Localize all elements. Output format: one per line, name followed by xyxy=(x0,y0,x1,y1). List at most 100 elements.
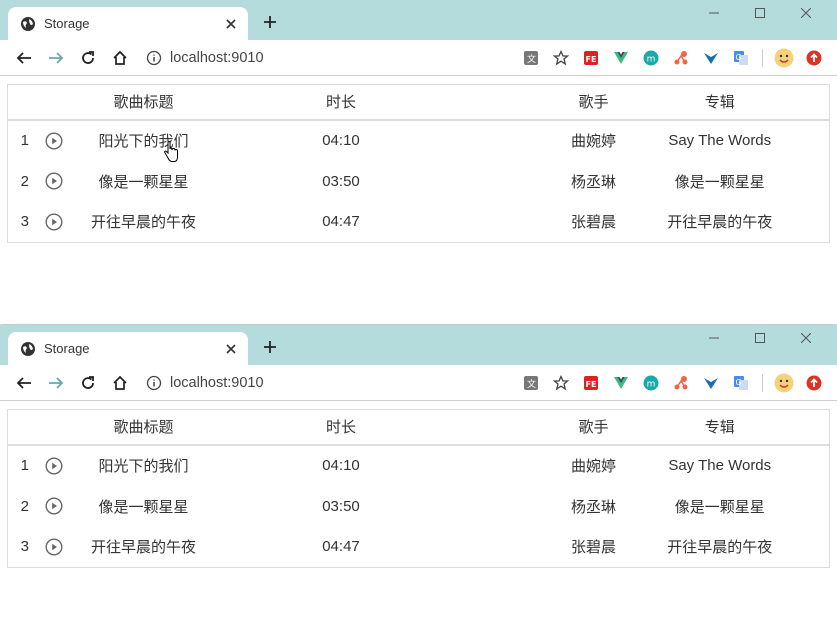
profile-avatar-icon[interactable] xyxy=(769,44,799,72)
song-duration: 04:10 xyxy=(322,457,360,474)
network-extension-icon[interactable] xyxy=(666,44,696,72)
maximize-icon[interactable] xyxy=(737,325,783,351)
vue-devtools-icon[interactable] xyxy=(606,369,636,397)
play-icon[interactable] xyxy=(44,538,63,556)
reload-icon[interactable] xyxy=(72,44,104,72)
address-bar[interactable]: localhost:9010 xyxy=(146,44,264,72)
play-icon[interactable] xyxy=(44,172,63,190)
globe-icon xyxy=(20,16,36,32)
m-extension-icon[interactable]: m xyxy=(636,44,666,72)
network-extension-icon[interactable] xyxy=(666,369,696,397)
maximize-icon[interactable] xyxy=(737,0,783,26)
tab-strip: Storage xyxy=(0,325,837,365)
profile-avatar-icon[interactable] xyxy=(769,369,799,397)
new-tab-icon[interactable] xyxy=(260,12,280,32)
row-number: 2 xyxy=(20,497,29,515)
table-row[interactable]: 1 阳光下的我们 04:10 曲婉婷 Say The Words xyxy=(8,120,830,161)
song-title[interactable]: 像是一颗星星 xyxy=(70,486,218,527)
forward-arrow-icon[interactable] xyxy=(40,369,72,397)
extension-bar: 文 FE m G xyxy=(516,369,829,397)
svg-text:G: G xyxy=(736,378,742,387)
tab-title: Storage xyxy=(44,341,90,356)
browser-tab[interactable]: Storage xyxy=(8,7,248,40)
vue-devtools-icon[interactable] xyxy=(606,44,636,72)
play-icon[interactable] xyxy=(44,457,63,475)
v-extension-icon[interactable] xyxy=(696,369,726,397)
v-extension-icon[interactable] xyxy=(696,44,726,72)
song-duration: 03:50 xyxy=(322,172,360,190)
header-duration: 时长 xyxy=(217,84,465,121)
update-icon[interactable] xyxy=(799,369,829,397)
home-icon[interactable] xyxy=(104,369,136,397)
table-row[interactable]: 2 像是一颗星星 03:50 杨丞琳 像是一颗星星 xyxy=(8,486,830,527)
close-tab-icon[interactable] xyxy=(224,342,238,356)
song-artist: 杨丞琳 xyxy=(570,173,616,191)
new-tab-icon[interactable] xyxy=(260,337,280,357)
table-row[interactable]: 3 开往早晨的午夜 04:47 张碧晨 开往早晨的午夜 xyxy=(8,527,830,568)
update-icon[interactable] xyxy=(799,44,829,72)
home-icon[interactable] xyxy=(104,44,136,72)
tab-title: Storage xyxy=(44,16,90,31)
table-row[interactable]: 1 阳光下的我们 04:10 曲婉婷 Say The Words xyxy=(8,445,830,486)
song-title[interactable]: 阳光下的我们 xyxy=(70,445,218,486)
row-number: 2 xyxy=(20,172,29,190)
song-title[interactable]: 开往早晨的午夜 xyxy=(70,527,218,568)
minimize-icon[interactable] xyxy=(691,325,737,351)
m-extension-icon[interactable]: m xyxy=(636,369,666,397)
minimize-icon[interactable] xyxy=(691,0,737,26)
info-icon[interactable] xyxy=(146,375,162,391)
song-artist: 曲婉婷 xyxy=(570,133,616,150)
song-artist: 杨丞琳 xyxy=(570,498,616,516)
row-number: 1 xyxy=(20,132,29,149)
fe-extension-icon[interactable]: FE xyxy=(576,44,606,72)
bookmark-star-icon[interactable] xyxy=(546,44,576,72)
header-artist: 歌手 xyxy=(578,419,609,437)
translate-icon[interactable]: 文 xyxy=(516,369,546,397)
song-table: 歌曲标题 时长 歌手 专辑 1 阳光下的我们 04:10 曲婉婷 Say The… xyxy=(7,409,830,568)
svg-text:文: 文 xyxy=(527,53,536,65)
play-icon[interactable] xyxy=(44,132,63,150)
table-row[interactable]: 3 开往早晨的午夜 04:47 张碧晨 开往早晨的午夜 xyxy=(8,202,830,243)
translate-icon[interactable]: 文 xyxy=(516,44,546,72)
window-controls xyxy=(691,325,829,351)
svg-text:m: m xyxy=(647,55,656,65)
google-translate-icon[interactable]: G xyxy=(726,44,756,72)
close-window-icon[interactable] xyxy=(783,0,829,26)
address-bar[interactable]: localhost:9010 xyxy=(146,369,264,397)
song-artist: 张碧晨 xyxy=(570,214,616,232)
reload-icon[interactable] xyxy=(72,369,104,397)
browser-toolbar: localhost:9010 文 FE m G xyxy=(0,365,837,401)
google-translate-icon[interactable]: G xyxy=(726,369,756,397)
row-number: 3 xyxy=(20,213,29,231)
song-title[interactable]: 阳光下的我们 xyxy=(70,120,218,161)
svg-text:G: G xyxy=(736,53,742,62)
table-header-row: 歌曲标题 时长 歌手 专辑 xyxy=(7,409,830,446)
close-window-icon[interactable] xyxy=(783,325,829,351)
back-arrow-icon[interactable] xyxy=(8,44,40,72)
song-title[interactable]: 像是一颗星星 xyxy=(70,161,218,202)
song-artist: 张碧晨 xyxy=(570,539,616,557)
svg-text:m: m xyxy=(647,380,656,390)
table-row[interactable]: 2 像是一颗星星 03:50 杨丞琳 像是一颗星星 xyxy=(8,161,830,202)
url-text: localhost:9010 xyxy=(170,374,264,391)
play-icon[interactable] xyxy=(44,497,63,515)
svg-text:FE: FE xyxy=(586,55,597,64)
info-icon[interactable] xyxy=(146,50,162,66)
song-duration: 03:50 xyxy=(322,497,360,515)
browser-tab[interactable]: Storage xyxy=(8,332,248,365)
song-title[interactable]: 开往早晨的午夜 xyxy=(70,202,218,243)
song-duration: 04:10 xyxy=(322,132,360,149)
fe-extension-icon[interactable]: FE xyxy=(576,369,606,397)
play-icon[interactable] xyxy=(44,213,63,231)
back-arrow-icon[interactable] xyxy=(8,369,40,397)
browser-window-bottom: Storage localhost:9010 文 FE m G 歌曲标题 时长 … xyxy=(0,325,837,642)
svg-text:FE: FE xyxy=(586,380,597,389)
forward-arrow-icon[interactable] xyxy=(40,44,72,72)
globe-icon xyxy=(20,341,36,357)
song-table: 歌曲标题 时长 歌手 专辑 1 阳光下的我们 04:10 曲婉婷 Say The… xyxy=(7,84,830,243)
page-content: 歌曲标题 时长 歌手 专辑 1 阳光下的我们 04:10 曲婉婷 Say The… xyxy=(0,76,837,243)
song-duration: 04:47 xyxy=(322,538,360,556)
table-header-row: 歌曲标题 时长 歌手 专辑 xyxy=(7,84,830,121)
close-tab-icon[interactable] xyxy=(224,17,238,31)
bookmark-star-icon[interactable] xyxy=(546,369,576,397)
